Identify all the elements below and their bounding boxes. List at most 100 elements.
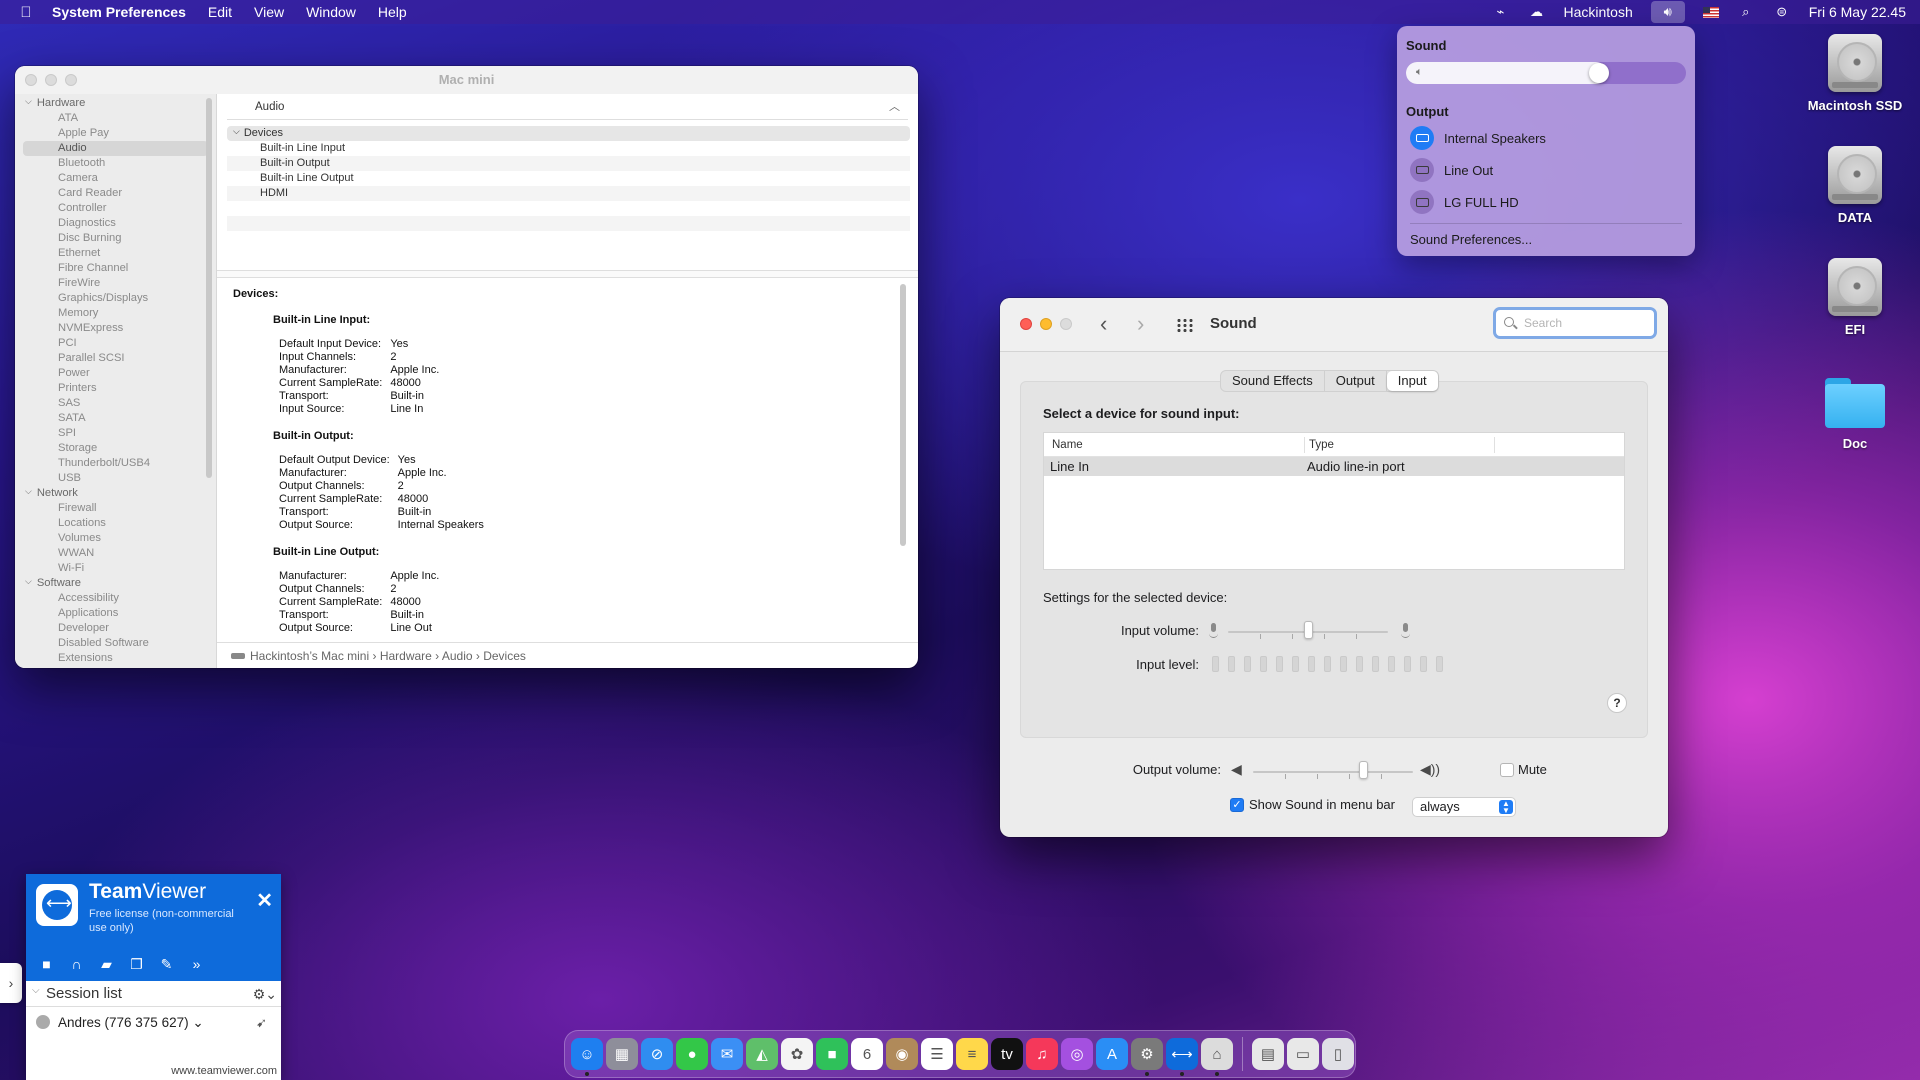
menu-window[interactable]: Window	[306, 4, 356, 20]
tree-item[interactable]: HDMI	[227, 186, 910, 201]
dock-reminders-icon[interactable]: ☰	[921, 1038, 953, 1070]
desktop-disk-macintosh-ssd[interactable]: Macintosh SSD	[1800, 34, 1910, 113]
dock-mail-icon[interactable]: ✉	[711, 1038, 743, 1070]
teamviewer-website[interactable]: www.teamviewer.com	[171, 1065, 277, 1077]
sidebar-item[interactable]: Wi-Fi	[15, 561, 216, 576]
dock-app-store-icon[interactable]: A	[1096, 1038, 1128, 1070]
mute-checkbox[interactable]	[1500, 763, 1514, 777]
tab-sound-effects[interactable]: Sound Effects	[1221, 371, 1325, 391]
minimize-button[interactable]	[1040, 318, 1052, 330]
sidebar-item[interactable]: Audio	[23, 141, 208, 156]
input-volume-slider[interactable]	[1228, 621, 1388, 640]
dock-safari-icon[interactable]: ⊘	[641, 1038, 673, 1070]
more-icon[interactable]: »	[188, 956, 205, 973]
section-header[interactable]: Audio ︿	[227, 94, 908, 120]
zoom-button[interactable]	[65, 74, 77, 86]
dock-facetime-icon[interactable]: ■	[816, 1038, 848, 1070]
show-all-grid-icon[interactable]	[1176, 318, 1194, 332]
session-list-header[interactable]: Session list ⚙⌄	[26, 978, 281, 1007]
show-when-select[interactable]: always ▲ ▼	[1412, 797, 1516, 817]
sidebar-item[interactable]: Camera	[15, 171, 216, 186]
sidebar-item[interactable]: ATA	[15, 111, 216, 126]
headset-icon[interactable]: ∩	[68, 956, 85, 973]
sound-preferences-link[interactable]: Sound Preferences...	[1410, 232, 1532, 247]
sidebar-item[interactable]: WWAN	[15, 546, 216, 561]
sidebar-item[interactable]: Locations	[15, 516, 216, 531]
sidebar-item[interactable]: Graphics/Displays	[15, 291, 216, 306]
sidebar-scrollbar[interactable]	[206, 98, 212, 478]
dock-contacts-icon[interactable]: ◉	[886, 1038, 918, 1070]
sidebar-item[interactable]: Card Reader	[15, 186, 216, 201]
tree-item[interactable]: Built-in Line Output	[227, 171, 910, 186]
slider-knob[interactable]	[1304, 621, 1313, 639]
input-source-flag-icon[interactable]	[1702, 6, 1719, 18]
dock-music-icon[interactable]: ♫	[1026, 1038, 1058, 1070]
sidebar-item[interactable]: Accessibility	[15, 591, 216, 606]
tab-output[interactable]: Output	[1325, 371, 1387, 391]
sysinfo-titlebar[interactable]: Mac mini	[15, 66, 918, 94]
dock-system-preferences-icon[interactable]: ⚙	[1131, 1038, 1163, 1076]
menu-help[interactable]: Help	[378, 4, 407, 20]
close-button[interactable]	[25, 74, 37, 86]
dock-photos-icon[interactable]: ✿	[781, 1038, 813, 1070]
chevron-down-icon[interactable]: ⌄	[189, 1015, 203, 1030]
close-button[interactable]	[1020, 318, 1032, 330]
sound-toolbar[interactable]: ‹ › Sound Search	[1000, 298, 1668, 352]
control-center-icon[interactable]: ⊜	[1773, 4, 1791, 19]
sidebar-item[interactable]: Storage	[15, 441, 216, 456]
sidebar-group[interactable]: Network	[15, 486, 216, 501]
desktop-folder-doc[interactable]: Doc	[1800, 378, 1910, 451]
help-button[interactable]: ?	[1607, 693, 1627, 713]
sidebar-item[interactable]: Memory	[15, 306, 216, 321]
sidebar-item[interactable]: Developer	[15, 621, 216, 636]
tree-item[interactable]: Built-in Output	[227, 156, 910, 171]
sidebar-item[interactable]: USB	[15, 471, 216, 486]
sidebar-item[interactable]: Diagnostics	[15, 216, 216, 231]
desktop-disk-data[interactable]: DATA	[1800, 146, 1910, 225]
sidebar-item[interactable]: Parallel SCSI	[15, 351, 216, 366]
search-input[interactable]: Search	[1493, 307, 1657, 339]
dock-calendar-icon[interactable]: 6	[851, 1038, 883, 1070]
sidebar-item[interactable]: SPI	[15, 426, 216, 441]
activity-monitor-icon[interactable]: ⌁	[1491, 4, 1509, 19]
menu-edit[interactable]: Edit	[208, 4, 232, 20]
tree-group-devices[interactable]: Devices	[227, 126, 910, 141]
tools-icon[interactable]: ✎	[158, 956, 175, 973]
dock-podcasts-icon[interactable]: ◎	[1061, 1038, 1093, 1070]
dock-system-information-icon[interactable]: ⌂	[1201, 1038, 1233, 1076]
table-row[interactable]: Line In Audio line-in port	[1044, 457, 1624, 476]
volume-menu-icon[interactable]: 🔊︎	[1650, 1, 1685, 23]
dock-messages-icon[interactable]: ●	[676, 1038, 708, 1070]
session-user-row[interactable]: Andres (776 375 627) ⌄ ➹	[26, 1007, 281, 1039]
slider-knob[interactable]	[1359, 761, 1368, 779]
sidebar-item[interactable]: Firewall	[15, 501, 216, 516]
dock-trash-icon[interactable]: ▯	[1322, 1038, 1354, 1070]
sidebar-item[interactable]: NVMExpress	[15, 321, 216, 336]
tab-input[interactable]: Input	[1386, 371, 1438, 391]
chevron-up-icon[interactable]: ︿	[889, 98, 900, 114]
menu-volume-slider[interactable]: 🔈︎	[1406, 62, 1686, 84]
sidebar-item[interactable]: Bluetooth	[15, 156, 216, 171]
dock-downloads-icon[interactable]: ▭	[1287, 1038, 1319, 1070]
dock-teamviewer-icon[interactable]: ⟷	[1166, 1038, 1198, 1076]
files-icon[interactable]: ❐	[128, 956, 145, 973]
sidebar-group[interactable]: Hardware	[15, 96, 216, 111]
sidebar-item[interactable]: Thunderbolt/USB4	[15, 456, 216, 471]
column-type[interactable]: Type	[1309, 439, 1334, 451]
chat-icon[interactable]: ▰	[98, 956, 115, 973]
sidebar-item[interactable]: PCI	[15, 336, 216, 351]
apple-menu-icon[interactable]: 	[0, 4, 52, 21]
sidebar-item[interactable]: Printers	[15, 381, 216, 396]
sidebar-item[interactable]: SATA	[15, 411, 216, 426]
sidebar-item[interactable]: Controller	[15, 201, 216, 216]
dock-maps-icon[interactable]: ◭	[746, 1038, 778, 1070]
dock-tv-icon[interactable]: tv	[991, 1038, 1023, 1070]
forward-chevron-icon[interactable]: ›	[1137, 311, 1144, 337]
desktop-disk-efi[interactable]: EFI	[1800, 258, 1910, 337]
output-lg-full-hd[interactable]: LG FULL HD	[1410, 189, 1519, 215]
opencore-icon[interactable]: ☁	[1527, 4, 1545, 19]
dock-documents-icon[interactable]: ▤	[1252, 1038, 1284, 1070]
sidebar-group[interactable]: Software	[15, 576, 216, 591]
column-name[interactable]: Name	[1052, 439, 1083, 451]
gear-icon[interactable]: ⚙⌄	[253, 981, 277, 1007]
